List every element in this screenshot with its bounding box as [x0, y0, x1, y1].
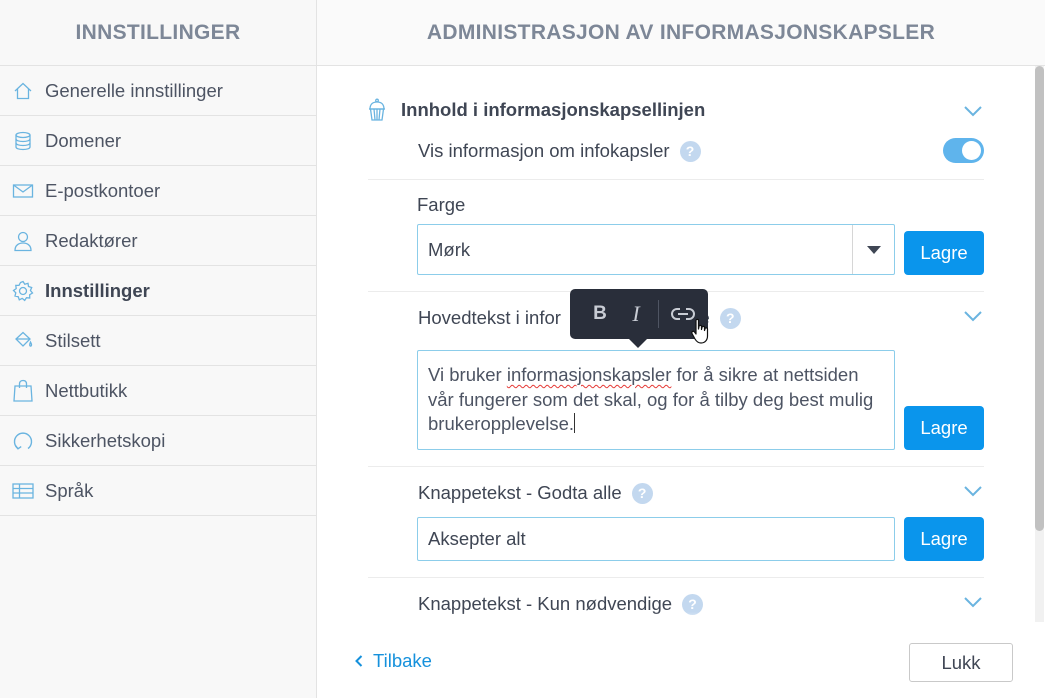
sidebar-item-label: Sikkerhetskopi	[45, 429, 166, 451]
sidebar-item-settings[interactable]: Innstillinger	[0, 266, 316, 316]
accept-all-input[interactable]: Aksepter alt	[417, 517, 895, 561]
divider	[368, 179, 984, 180]
backup-icon	[12, 430, 34, 452]
select-arrow[interactable]	[852, 225, 894, 274]
divider	[368, 466, 984, 467]
chevron-down-icon[interactable]	[963, 104, 983, 118]
cupcake-icon	[367, 98, 387, 122]
color-select-value: Mørk	[428, 238, 471, 260]
toggle-knob	[962, 141, 981, 160]
section-title: Innhold i informasjonskapsellinjen	[401, 99, 706, 120]
sidebar-item-label: Generelle innstillinger	[45, 79, 223, 101]
sidebar-item-backup[interactable]: Sikkerhetskopi	[0, 416, 316, 466]
home-icon	[12, 80, 34, 102]
toolbar-separator	[658, 300, 659, 328]
sidebar-item-webshop[interactable]: Nettbutikk	[0, 366, 316, 416]
sidebar-item-editors[interactable]: Redaktører	[0, 216, 316, 266]
sidebar-item-label: Redaktører	[45, 229, 138, 251]
user-icon	[12, 230, 34, 252]
main-text-editor[interactable]: Vi bruker informasjonskapsler for å sikr…	[417, 350, 895, 450]
sidebar-item-label: Domener	[45, 129, 122, 151]
show-info-text: Vis informasjon om infokapsler	[418, 140, 670, 161]
bold-button[interactable]: B	[582, 296, 618, 332]
back-link[interactable]: Tilbake	[355, 650, 432, 672]
sidebar-item-general[interactable]: Generelle innstillinger	[0, 66, 316, 116]
language-icon	[12, 480, 34, 502]
color-label: Farge	[417, 194, 466, 215]
sidebar-item-domains[interactable]: Domener	[0, 116, 316, 166]
caret-down-icon	[866, 245, 881, 254]
hand-cursor-icon	[691, 318, 709, 344]
main-text-label-start: Hovedtekst i infor	[418, 307, 561, 328]
shopping-bag-icon	[12, 379, 34, 402]
save-accept-all-button[interactable]: Lagre	[904, 517, 984, 561]
save-main-text-button[interactable]: Lagre	[904, 406, 984, 450]
misspelled-word[interactable]: informasjonskapsler	[507, 364, 672, 385]
divider	[368, 577, 984, 578]
scrollbar-thumb[interactable]	[1035, 66, 1044, 531]
accept-all-label: Knappetekst - Godta alle ?	[418, 482, 653, 504]
sidebar-item-styles[interactable]: Stilsett	[0, 316, 316, 366]
sidebar-item-label: Nettbutikk	[45, 379, 128, 401]
back-link-label: Tilbake	[373, 650, 432, 671]
sidebar-item-label: E-postkontoer	[45, 179, 161, 201]
dialog-footer: Tilbake Lukk	[317, 624, 1045, 698]
sidebar: INNSTILLINGER Generelle innstillinger Do…	[0, 0, 317, 698]
main-panel: ADMINISTRASJON AV INFORMASJONSKAPSLER In…	[317, 0, 1045, 698]
toolbar-pointer	[628, 338, 648, 348]
sidebar-item-language[interactable]: Språk	[0, 466, 316, 516]
gear-icon	[12, 280, 34, 302]
section-header[interactable]: Innhold i informasjonskapsellinjen	[367, 98, 705, 122]
sidebar-item-email-accounts[interactable]: E-postkontoer	[0, 166, 316, 216]
close-button[interactable]: Lukk	[909, 643, 1013, 682]
italic-button[interactable]: I	[618, 296, 654, 332]
sidebar-title: INNSTILLINGER	[0, 0, 316, 66]
mail-icon	[12, 180, 34, 202]
sidebar-item-label: Innstillinger	[45, 279, 150, 301]
paint-bucket-icon	[12, 330, 34, 352]
chevron-down-icon[interactable]	[963, 309, 983, 323]
show-info-label: Vis informasjon om infokapsler ?	[418, 140, 701, 162]
save-color-button[interactable]: Lagre	[904, 231, 984, 275]
show-info-toggle[interactable]	[943, 138, 984, 163]
accept-all-text: Knappetekst - Godta alle	[418, 482, 622, 503]
sidebar-item-label: Språk	[45, 479, 94, 501]
chevron-down-icon[interactable]	[963, 484, 983, 498]
color-select[interactable]: Mørk	[417, 224, 895, 275]
database-icon	[12, 130, 34, 152]
chevron-down-icon[interactable]	[963, 595, 983, 609]
page-title: ADMINISTRASJON AV INFORMASJONSKAPSLER	[317, 0, 1045, 66]
scroll-fade	[317, 612, 1035, 624]
sidebar-item-label: Stilsett	[45, 329, 101, 351]
formatting-toolbar: B I	[570, 289, 708, 348]
text-prefix: Vi bruker	[428, 364, 507, 385]
text-caret	[574, 413, 576, 433]
help-icon[interactable]: ?	[679, 140, 701, 162]
help-icon[interactable]: ?	[719, 307, 741, 329]
help-icon[interactable]: ?	[631, 482, 653, 504]
chevron-left-icon	[355, 655, 363, 667]
